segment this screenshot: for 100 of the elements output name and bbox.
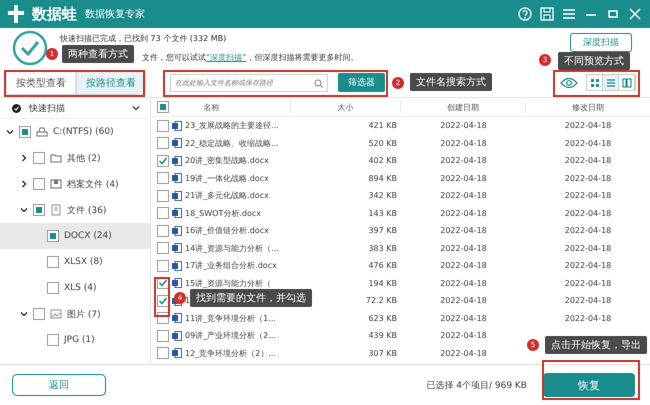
app-title: 数据蛙 bbox=[32, 4, 77, 24]
modified-date: 2022-04-18 bbox=[564, 174, 612, 183]
tree-label: 其他 (2) bbox=[67, 152, 101, 164]
checkbox[interactable] bbox=[33, 308, 45, 320]
checkbox[interactable] bbox=[157, 347, 169, 360]
check-circle-icon bbox=[12, 30, 48, 66]
columns-icon bbox=[620, 76, 632, 88]
callout-label: 文件名搜索方式 bbox=[410, 73, 492, 91]
checkbox[interactable] bbox=[157, 260, 169, 272]
created-date: 2022-04-18 bbox=[440, 156, 487, 166]
eye-icon[interactable] bbox=[560, 76, 578, 88]
back-button[interactable]: 返回 bbox=[12, 374, 106, 396]
list-icon bbox=[604, 76, 616, 88]
checkbox[interactable] bbox=[33, 178, 45, 190]
created-date: 2022-04-18 bbox=[440, 121, 487, 130]
checkbox[interactable] bbox=[157, 330, 169, 342]
checkbox[interactable] bbox=[47, 256, 59, 268]
view-tab[interactable]: 按类型查看 bbox=[6, 70, 76, 94]
tree-item[interactable]: XLSX (8) bbox=[0, 249, 150, 275]
file-name: 09讲_产业环境分析（2... bbox=[185, 330, 276, 342]
checkbox[interactable] bbox=[157, 294, 169, 307]
tree-item[interactable]: XLS (4) bbox=[0, 275, 150, 301]
view-mode-button[interactable] bbox=[603, 75, 619, 90]
checkbox[interactable] bbox=[157, 154, 169, 167]
created-date: 2022-04-18 bbox=[440, 174, 487, 183]
modified-date: 2022-04-18 bbox=[564, 208, 612, 218]
scan-selector-label[interactable]: 快速扫描 bbox=[29, 102, 65, 114]
column-header[interactable]: 名称 bbox=[173, 102, 290, 112]
file-size: 520 KB bbox=[368, 138, 398, 148]
column-header[interactable]: 大小 bbox=[291, 102, 401, 112]
chevron-down-icon[interactable] bbox=[20, 310, 28, 318]
tree-item[interactable]: 文件 (36) bbox=[0, 197, 150, 223]
tree-item[interactable]: 图片 (7) bbox=[0, 301, 150, 327]
word-document-icon bbox=[172, 348, 182, 358]
selection-summary: 已选择 4个项目/ 969 KB bbox=[426, 380, 527, 392]
chevron-down-icon[interactable] bbox=[6, 128, 14, 136]
checkbox[interactable] bbox=[33, 204, 45, 216]
file-name: 21讲_多元化战略.docx bbox=[185, 190, 269, 202]
checkbox[interactable] bbox=[157, 207, 169, 220]
file-size: 439 KB bbox=[368, 331, 398, 340]
checkbox[interactable] bbox=[157, 224, 169, 237]
word-document-icon bbox=[172, 260, 182, 271]
file-name: 16讲_价值链分析.docx bbox=[185, 225, 269, 236]
checkbox[interactable] bbox=[157, 242, 169, 254]
tree-item[interactable]: 档案文件 (4) bbox=[0, 171, 150, 197]
chevron-right-icon[interactable] bbox=[20, 154, 28, 162]
help-icon[interactable] bbox=[518, 7, 532, 21]
tree-item[interactable]: DOCX (24) bbox=[0, 223, 150, 249]
file-size: 72.2 KB bbox=[366, 296, 398, 306]
tree-label: XLS (4) bbox=[64, 283, 97, 293]
checkbox[interactable] bbox=[157, 137, 169, 150]
tree-item[interactable]: JPG (1) bbox=[0, 327, 150, 353]
filter-button[interactable]: 筛选器 bbox=[338, 73, 385, 92]
tree-label: 文件 (36) bbox=[67, 204, 106, 216]
column-header[interactable]: 创建日期 bbox=[401, 102, 526, 112]
deep-scan-hint: 文件，您可以试试“深度扫描”，但深度扫描将需要更多时间。 bbox=[142, 52, 358, 63]
checkbox[interactable] bbox=[47, 334, 59, 346]
modified-date: 2022-04-18 bbox=[564, 121, 612, 130]
chevron-down-icon[interactable] bbox=[20, 206, 28, 214]
file-size: 421 KB bbox=[368, 121, 398, 130]
file-size: 307 KB bbox=[368, 348, 398, 358]
deep-scan-button[interactable]: 深度扫描 bbox=[570, 33, 632, 52]
highlight-frame bbox=[154, 277, 170, 317]
document-icon bbox=[50, 204, 62, 216]
checkbox[interactable] bbox=[157, 172, 169, 184]
menu-icon[interactable] bbox=[562, 7, 576, 21]
callout-label: 不同预览方式 bbox=[558, 52, 630, 70]
grid-icon bbox=[588, 76, 600, 88]
folder-icon bbox=[50, 152, 62, 164]
file-size: 397 KB bbox=[368, 226, 398, 236]
deep-scan-link[interactable]: “深度扫描” bbox=[206, 53, 246, 62]
tree-item[interactable]: C:(NTFS) (60) bbox=[0, 119, 150, 145]
checkbox[interactable] bbox=[157, 120, 169, 132]
checkbox[interactable] bbox=[33, 152, 45, 164]
close-icon[interactable] bbox=[628, 7, 642, 21]
chevron-down-icon[interactable] bbox=[132, 104, 140, 112]
checkbox[interactable] bbox=[47, 230, 59, 242]
callout-label: 点击开始恢复，导出 bbox=[545, 336, 647, 354]
modified-date: 2022-04-18 bbox=[564, 191, 612, 200]
file-size: 194 KB bbox=[368, 278, 398, 288]
column-header[interactable]: 修改日期 bbox=[526, 102, 650, 112]
tree-item[interactable]: 其他 (2) bbox=[0, 145, 150, 171]
checkbox[interactable] bbox=[19, 126, 31, 138]
tree-label: 图片 (7) bbox=[67, 308, 101, 320]
word-document-icon bbox=[172, 120, 182, 131]
recover-button[interactable]: 恢复 bbox=[543, 373, 635, 397]
file-size: 383 KB bbox=[368, 244, 398, 253]
created-date: 2022-04-18 bbox=[440, 226, 487, 236]
modified-date: 2022-04-18 bbox=[564, 296, 612, 306]
tree-label: XLSX (8) bbox=[64, 257, 103, 267]
save-icon[interactable] bbox=[540, 7, 554, 21]
chevron-right-icon[interactable] bbox=[20, 180, 28, 188]
created-date: 2022-04-18 bbox=[440, 278, 487, 288]
file-name: 22_稳定战略、收缩战略... bbox=[185, 138, 279, 149]
image-icon bbox=[50, 308, 62, 320]
checkbox[interactable] bbox=[157, 101, 169, 113]
checkbox[interactable] bbox=[47, 282, 59, 294]
checkbox[interactable] bbox=[157, 190, 169, 202]
file-size: 476 KB bbox=[368, 261, 398, 270]
tree-label: C:(NTFS) (60) bbox=[53, 127, 114, 137]
